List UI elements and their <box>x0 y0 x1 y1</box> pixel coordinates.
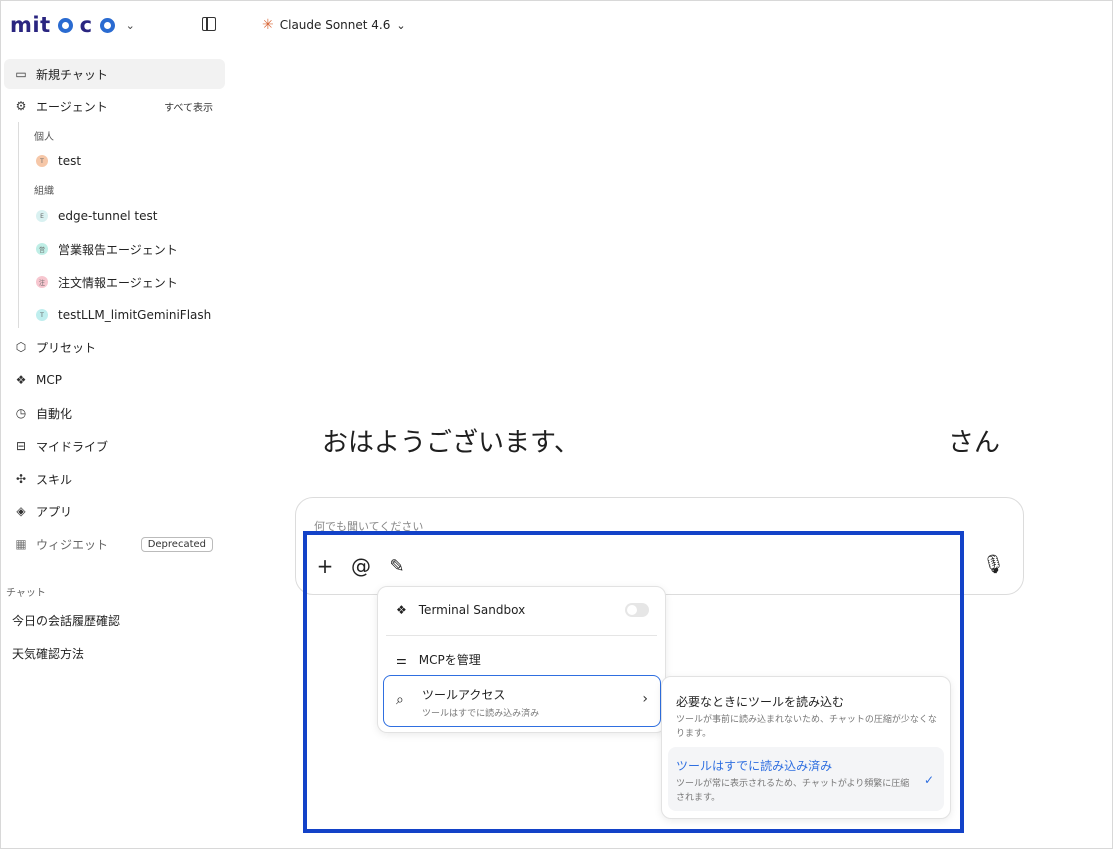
show-all-link[interactable]: すべて表示 <box>164 99 213 114</box>
agent-label: edge-tunnel test <box>58 209 158 223</box>
sandbox-icon: ❖ <box>396 603 407 617</box>
sidebar-item-agents[interactable]: ⚙ エージェント すべて表示 <box>4 91 225 121</box>
apps-label: アプリ <box>36 504 73 519</box>
agent-avatar: 注 <box>36 276 48 288</box>
agent-item[interactable]: E edge-tunnel test <box>36 204 157 228</box>
apps-icon: ◈ <box>16 504 26 518</box>
agent-avatar: T <box>36 155 48 167</box>
agent-avatar: T <box>36 309 48 321</box>
terminal-sandbox-row[interactable]: ❖ Terminal Sandbox <box>396 603 525 617</box>
sidebar-item-widgets[interactable]: ▦ ウィジエット Deprecated <box>4 529 225 559</box>
terminal-sandbox-label: Terminal Sandbox <box>418 603 526 617</box>
agent-label: testLLM_limitGeminiFlash <box>58 308 212 322</box>
manage-mcp-label: MCPを管理 <box>418 653 481 667</box>
tool-access-subtitle: ツールはすでに読み込み済み <box>422 709 540 719</box>
tree-line <box>18 122 19 328</box>
my-drive-label: マイドライブ <box>36 439 109 454</box>
mcp-label: MCP <box>36 373 62 387</box>
new-chat-button[interactable]: ▭ 新規チャット <box>4 59 225 89</box>
sidebar-toggle-icon[interactable] <box>202 17 216 31</box>
microphone-icon[interactable]: 🎙 <box>982 554 1005 575</box>
cube-icon: ⬡ <box>15 340 27 354</box>
tool-access-row[interactable]: ⌕ ツールアクセス ツールはすでに読み込み済み › <box>383 675 661 727</box>
option-preloaded-title: ツールはすでに読み込み済み <box>676 759 833 773</box>
agent-label: 注文情報エージェント <box>58 275 178 290</box>
drive-icon: ⊟ <box>15 439 27 453</box>
sidebar-item-skills[interactable]: ✣ スキル <box>4 464 225 494</box>
tool-menu: ❖ Terminal Sandbox ⚌ MCPを管理 ⌕ ツールアクセス ツー… <box>377 586 666 733</box>
new-chat-label: 新規チャット <box>36 67 108 82</box>
search-icon: ⌕ <box>396 692 404 708</box>
app-logo[interactable]: mit c ⌄ <box>10 12 135 38</box>
agent-item[interactable]: T test <box>36 149 81 173</box>
model-name: Claude Sonnet 4.6 <box>279 18 391 32</box>
tool-access-submenu: 必要なときにツールを読み込む ツールが事前に読み込まれないため、チャットの圧縮が… <box>661 676 951 819</box>
checkmark-icon: ✓ <box>923 773 934 787</box>
chevron-down-icon: ⌄ <box>396 18 406 32</box>
presets-label: プリセット <box>36 340 97 355</box>
clock-icon: ◷ <box>15 406 27 420</box>
sidebar-item-apps[interactable]: ◈ アプリ <box>4 496 225 526</box>
tool-access-title: ツールアクセス <box>422 688 506 702</box>
greeting-suffix: さん <box>948 428 1001 458</box>
agent-item[interactable]: T testLLM_limitGeminiFlash <box>36 303 211 327</box>
widgets-label: ウィジエット <box>36 537 109 552</box>
skills-label: スキル <box>36 472 73 487</box>
group-label-org: 組織 <box>34 186 54 197</box>
deprecated-badge: Deprecated <box>140 536 213 552</box>
sidebar-item-my-drive[interactable]: ⊟ マイドライブ <box>4 431 225 461</box>
puzzle-icon: ✣ <box>15 472 27 486</box>
chat-section-label: チャット <box>6 588 46 599</box>
chevron-right-icon: › <box>642 691 648 707</box>
automation-label: 自動化 <box>36 406 73 421</box>
agent-avatar: 営 <box>36 243 48 255</box>
agent-avatar: E <box>36 210 48 222</box>
claude-logo-icon: ✳ <box>262 17 274 33</box>
model-selector[interactable]: ✳ Claude Sonnet 4.6 ⌄ <box>262 17 406 33</box>
group-label-personal: 個人 <box>34 132 54 143</box>
option-preloaded[interactable]: ツールはすでに読み込み済み ツールが常に表示されるため、チャットがより頻繁に圧縮… <box>668 747 944 811</box>
manage-mcp-row[interactable]: ⚌ MCPを管理 <box>396 651 481 668</box>
sidebar-item-presets[interactable]: ⬡ プリセット <box>4 332 225 362</box>
sliders-icon: ⚌ <box>396 652 407 667</box>
option-load-on-demand-title[interactable]: 必要なときにツールを読み込む <box>676 693 844 710</box>
chat-bubble-icon: ▭ <box>15 67 27 81</box>
agent-label: test <box>58 154 82 168</box>
chevron-down-icon: ⌄ <box>125 18 136 32</box>
sidebar: mit c ⌄ ▭ 新規チャット ⚙ エージェント すべて表示 個人 T test… <box>0 0 232 849</box>
option-load-on-demand-desc: ツールが事前に読み込まれないため、チャットの圧縮が少なくなります。 <box>676 715 937 739</box>
agent-item[interactable]: 注 注文情報エージェント <box>36 270 178 294</box>
sidebar-item-automation[interactable]: ◷ 自動化 <box>4 398 225 428</box>
grid-icon: ▦ <box>15 537 27 551</box>
chat-history-item[interactable]: 今日の会話履歴確認 <box>12 612 120 629</box>
sidebar-item-mcp[interactable]: ❖ MCP <box>4 365 225 395</box>
agent-item[interactable]: 営 営業報告エージェント <box>36 237 178 261</box>
robot-icon: ⚙ <box>15 99 27 113</box>
greeting-text: おはようございます、 <box>322 428 580 458</box>
agents-label: エージェント <box>36 99 108 114</box>
terminal-sandbox-toggle[interactable] <box>625 603 649 617</box>
option-preloaded-desc: ツールが常に表示されるため、チャットがより頻繁に圧縮されます。 <box>676 779 910 803</box>
mcp-icon: ❖ <box>15 373 27 387</box>
agent-label: 営業報告エージェント <box>58 242 178 257</box>
chat-history-item[interactable]: 天気確認方法 <box>12 645 84 662</box>
divider <box>386 635 657 636</box>
